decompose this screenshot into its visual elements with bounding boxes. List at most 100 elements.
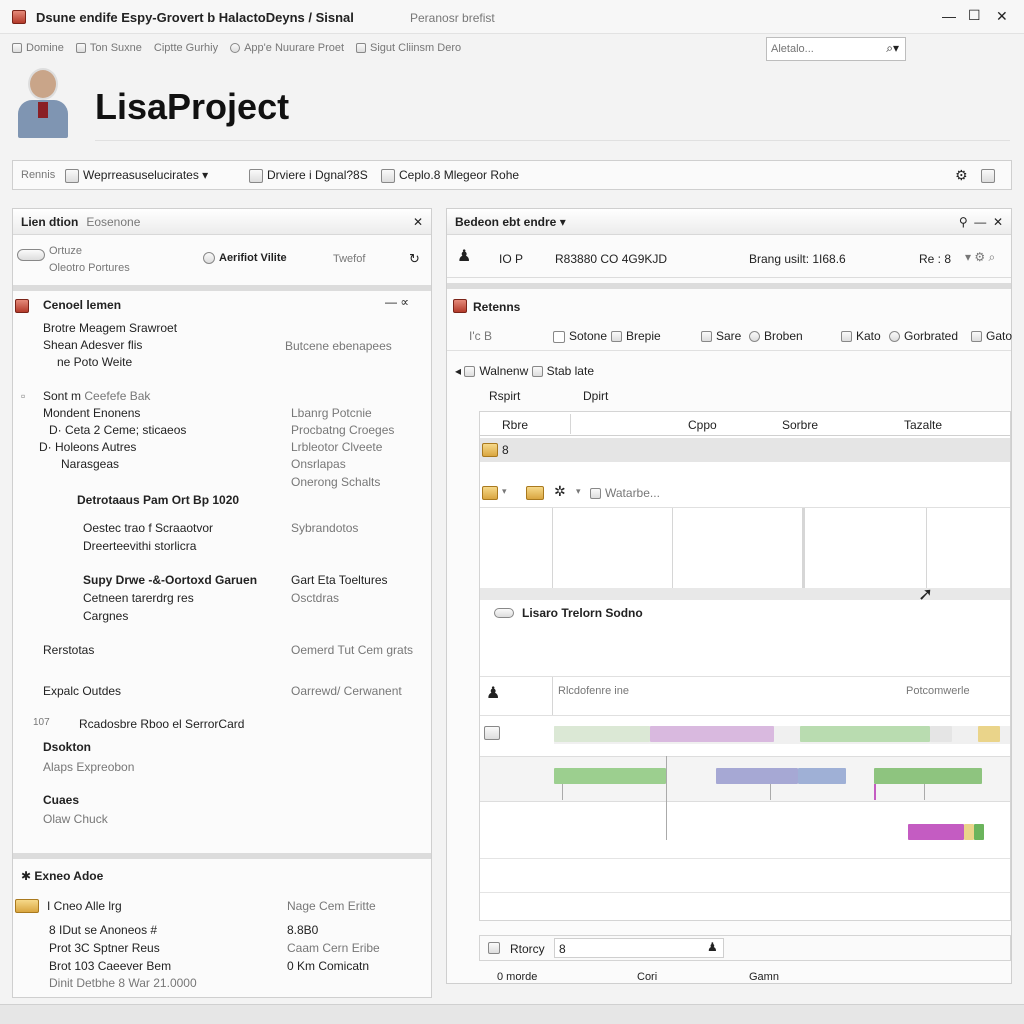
divider (13, 285, 431, 291)
tree-expander[interactable]: ▫ (21, 389, 25, 403)
bottom-input[interactable]: 8 ♟ (554, 938, 724, 958)
tree-row-1-left[interactable]: Mondent Enonens (43, 406, 140, 420)
tb-2[interactable]: Sare (701, 329, 741, 343)
col-3[interactable]: Tazalte (904, 418, 942, 432)
field-1: Dpirt (583, 389, 609, 403)
menu-item-0[interactable]: Domine (12, 42, 64, 54)
right-panel-controls[interactable]: ⚲ — ✕ (959, 215, 1003, 229)
bottom-value: 8 (559, 942, 566, 956)
row-0-left[interactable]: Rerstotas (43, 643, 94, 657)
search-input[interactable] (771, 39, 875, 59)
left-panel-close-button[interactable]: ✕ (413, 215, 423, 229)
retems-icon (453, 299, 467, 313)
col-2[interactable]: Sorbre (782, 418, 818, 432)
group2-title[interactable]: Supy Drwe -&-Oortoxd Garuen (83, 573, 257, 587)
menu-item-1[interactable]: Ton Suxne (75, 42, 142, 54)
toolbar-item-3[interactable]: Ceplo.8 Mlegeor Rohe (381, 168, 519, 183)
row-5-left[interactable]: Cuaes (43, 793, 79, 807)
document-icon (65, 168, 79, 183)
tb-1[interactable]: Brepie (611, 329, 661, 343)
brand-divider (95, 140, 1010, 141)
menu-item-4[interactable]: Sigut Cliinsm Dero (356, 42, 461, 54)
row-1-left[interactable]: Expalc Outdes (43, 684, 121, 698)
group2-right: Osctdras (291, 591, 340, 605)
title-bar: Dsune endife Espy-Grovert b HalactoDeyns… (0, 0, 1024, 34)
gantt-bar[interactable] (874, 768, 982, 784)
row-2-left[interactable]: Rcadosbre Rboo el SerrorCard (79, 717, 244, 731)
search-box[interactable]: ⌕▾ (766, 37, 906, 61)
row-6-left[interactable]: Olaw Chuck (43, 812, 108, 826)
gantt-bar[interactable] (908, 824, 964, 840)
refresh-icon[interactable]: ↻ (409, 251, 420, 267)
menu-icon (230, 43, 241, 54)
close-button[interactable]: ✕ (996, 8, 1008, 25)
footer-row-0-left: 8 IDut se Anoneos # (49, 923, 158, 937)
tree-row-2-left[interactable]: D· Ceta 2 Ceme; sticaeos (49, 423, 186, 437)
chart-icon[interactable] (484, 726, 500, 740)
gantt-bar[interactable] (798, 768, 846, 784)
maximize-button[interactable]: ☐ (968, 7, 981, 24)
menu-item-2[interactable]: Ciptte Gurhiy (154, 42, 218, 54)
tree-row-0[interactable]: Sont m Ceefefe Bak (43, 389, 150, 403)
gantt-bar[interactable] (964, 824, 974, 840)
tool-icon[interactable]: ✲ (554, 483, 566, 500)
col-0[interactable]: Rbre (502, 418, 528, 432)
row-4-left[interactable]: Alaps Expreobon (43, 760, 134, 774)
dropdown-icon[interactable]: ▾ (502, 486, 507, 497)
folder-icon[interactable] (482, 486, 498, 500)
info-actions[interactable]: ▾ ⚙ ⌕ (965, 250, 995, 265)
gantt-bar[interactable] (554, 768, 666, 784)
section1-line-1: Shean Adesver flis (43, 338, 143, 352)
tree-row-4-left[interactable]: Narasgeas (61, 457, 119, 471)
checkbox-icon[interactable] (553, 330, 565, 343)
footer-label-left: I Cneo Alle lrg (47, 899, 122, 913)
col-1[interactable]: Cppo (688, 418, 717, 432)
bottom-col-2: Gamn (749, 971, 779, 983)
menu-item-3[interactable]: App'e Nuurare Proet (230, 42, 344, 54)
minimize-button[interactable]: — (942, 8, 956, 24)
toolbar-item-1[interactable]: Weprreasuselucirates ▾ (65, 168, 208, 183)
tb-6[interactable]: Gato (971, 329, 1012, 343)
gantt-bar[interactable] (978, 726, 1000, 742)
row-3-left[interactable]: Dsokton (43, 740, 91, 754)
tb-5[interactable]: Gorbrated (889, 329, 958, 343)
sub-right[interactable]: Twefof (333, 253, 365, 265)
group1-title[interactable]: Detrotaaus Pam Ort Bp 1020 (77, 493, 239, 507)
tree-row-3-left[interactable]: D· Holeons Autres (39, 440, 136, 454)
section-left: Rlcdofenre ine (558, 685, 629, 697)
tb-3[interactable]: Broben (749, 329, 803, 343)
gantt-bar[interactable] (650, 726, 774, 742)
gantt-bar[interactable] (554, 726, 650, 742)
gantt-bar[interactable] (800, 726, 930, 742)
toolbar-print-icon[interactable] (981, 169, 995, 183)
gantt-bar[interactable] (930, 726, 952, 742)
right-panel-title[interactable]: Bedeon ebt endre ▾ (455, 215, 566, 229)
breadcrumb[interactable]: ◂ Walnenw Stab late (455, 364, 594, 378)
section1-right: Butcene ebenapees (285, 339, 392, 353)
search-icon[interactable]: ⌕▾ (886, 41, 899, 56)
gantt-bar[interactable] (974, 824, 984, 840)
section1-line-2: ne Poto Weite (57, 355, 133, 369)
left-panel-header: Lien dtion Eosenone ✕ (13, 209, 431, 235)
menu-icon (356, 43, 367, 54)
gantt-bar[interactable] (716, 768, 798, 784)
bottom-col-1: Cori (637, 971, 658, 983)
row-2-muted: 107 (33, 717, 50, 728)
open-folder-icon[interactable] (526, 486, 544, 500)
toolbar-item-2[interactable]: Drviere i Dgnal?8S (249, 168, 368, 183)
group2-right-title: Gart Eta Toeltures (291, 573, 388, 587)
sub-left-1: Ortuze (49, 245, 83, 257)
tb-checkbox[interactable]: Sotone (553, 329, 607, 343)
user-icon: ♟ (707, 940, 718, 954)
info-code: R83880 CO 4G9KJD (555, 252, 668, 266)
field-0: Rspirt (489, 389, 521, 403)
table-row[interactable]: 8 (480, 438, 1010, 462)
row2-label[interactable]: Watarbe... (590, 486, 660, 500)
divider (13, 853, 431, 859)
sub-mid[interactable]: Aerifiot Vilite (203, 252, 287, 265)
section1-collapse[interactable]: — ∝ (385, 295, 409, 309)
dropdown-icon[interactable]: ▾ (576, 486, 581, 497)
toolbar-settings-icon[interactable]: ⚙ (955, 167, 968, 184)
tb-4[interactable]: Kato (841, 329, 881, 343)
tb-left[interactable]: I'c B (469, 329, 492, 343)
